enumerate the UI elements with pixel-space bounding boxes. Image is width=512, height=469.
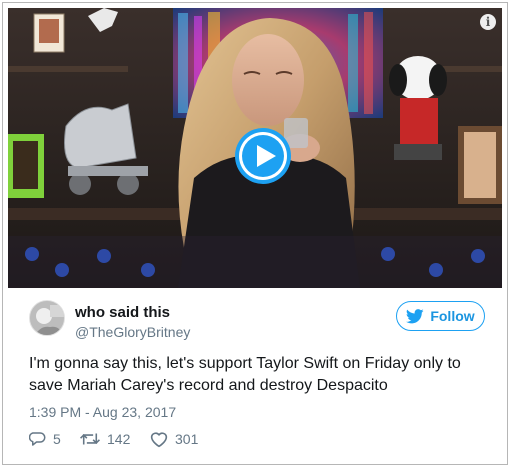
display-name[interactable]: who said this <box>75 304 170 321</box>
video-thumbnail[interactable]: i <box>8 8 502 288</box>
play-icon[interactable] <box>234 127 292 185</box>
avatar-image <box>30 301 64 335</box>
twitter-bird-icon <box>406 308 425 323</box>
like-count: 301 <box>175 431 199 447</box>
retweet-icon <box>80 433 100 445</box>
tweet-timestamp[interactable]: 1:39 PM - Aug 23, 2017 <box>29 404 176 420</box>
tweet-text: I'm gonna say this, let's support Taylor… <box>29 355 461 394</box>
reply-count: 5 <box>53 431 61 447</box>
like-button[interactable]: 301 <box>149 430 198 448</box>
user-handle[interactable]: @TheGloryBritney <box>75 324 190 340</box>
retweet-button[interactable]: 142 <box>79 430 130 448</box>
info-icon[interactable]: i <box>480 14 496 30</box>
follow-label: Follow <box>430 308 475 324</box>
reply-icon <box>29 432 46 446</box>
tweet-card: i who said this @TheGloryBritney Follow … <box>2 2 508 465</box>
follow-button[interactable]: Follow <box>396 301 485 331</box>
tweet-author: who said this @TheGloryBritney Follow <box>29 300 489 340</box>
heart-icon <box>150 432 168 448</box>
reply-button[interactable]: 5 <box>29 430 61 448</box>
avatar[interactable] <box>29 300 65 336</box>
tweet-actions: 5 142 301 <box>29 430 329 450</box>
retweet-count: 142 <box>107 431 131 447</box>
